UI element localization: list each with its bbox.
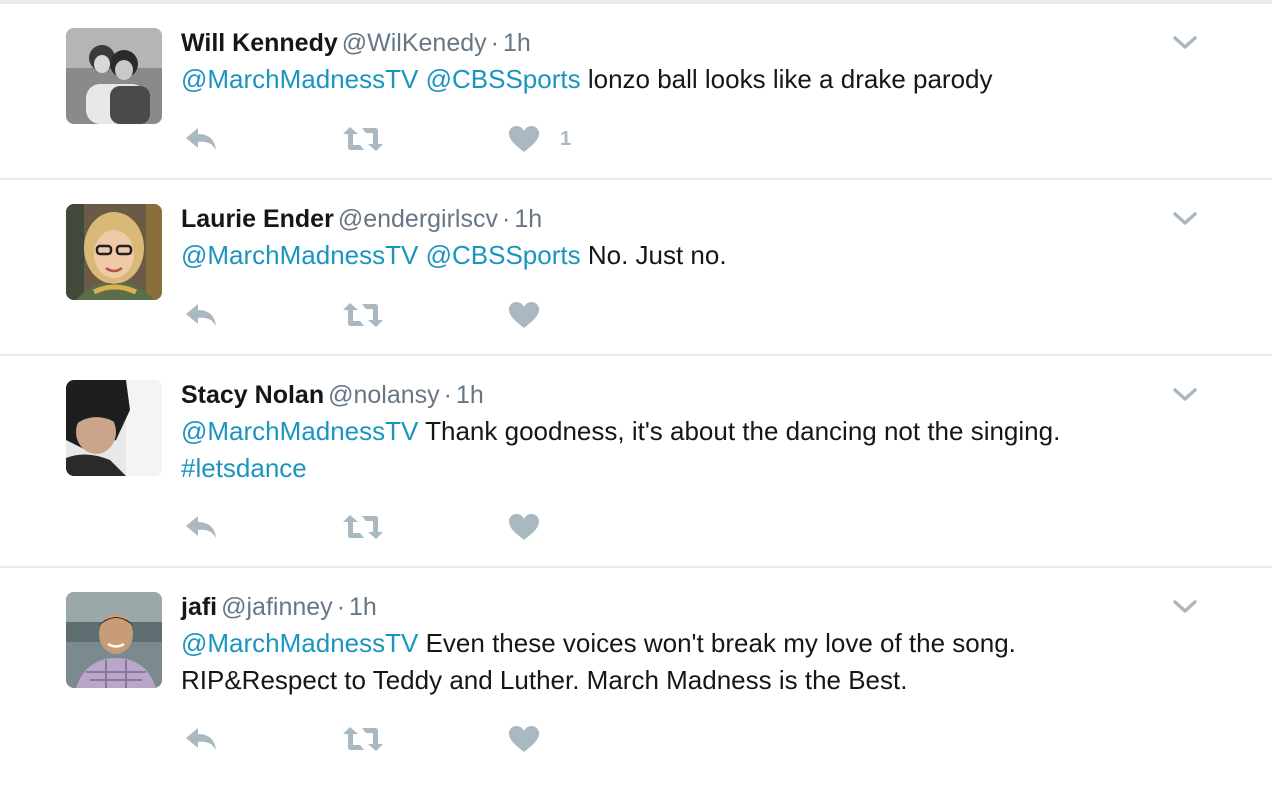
header-separator: ·: [490, 29, 499, 57]
tweet-content: jafi @jafinney · 1h @MarchMadnessTV Even th…: [181, 590, 1152, 699]
tweet-actions: [184, 510, 604, 544]
user-handle[interactable]: @jafinney: [221, 593, 333, 621]
tweet-body: Even these voices won't break my love of…: [425, 628, 1016, 658]
tweet-timestamp[interactable]: 1h: [503, 29, 531, 57]
mention-link[interactable]: @MarchMadnessTV: [181, 628, 418, 658]
retweet-button[interactable]: [342, 298, 384, 332]
tweet-text: @MarchMadnessTV Thank goodness, it's abo…: [181, 413, 1152, 487]
retweet-icon: [342, 513, 384, 541]
tweet-actions: 1: [184, 122, 604, 156]
user-fullname[interactable]: Will Kennedy: [181, 29, 338, 57]
tweet-item[interactable]: jafi @jafinney · 1h @MarchMadnessTV Even th…: [0, 568, 1272, 788]
reply-button[interactable]: [184, 298, 218, 332]
reply-icon: [184, 725, 218, 753]
retweet-button[interactable]: [342, 510, 384, 544]
heart-icon: [508, 125, 540, 153]
tweet-body: lonzo ball looks like a drake parody: [587, 64, 993, 94]
like-count: 1: [560, 127, 572, 150]
tweet-content: Will Kennedy @WilKenedy · 1h @MarchMadnessT…: [181, 26, 1152, 98]
tweet-item[interactable]: Laurie Ender @endergirlscv · 1h @MarchMadne…: [0, 180, 1272, 356]
reply-icon: [184, 301, 218, 329]
tweet-text: @MarchMadnessTV @CBSSports lonzo ball lo…: [181, 61, 1152, 98]
reply-button[interactable]: [184, 510, 218, 544]
retweet-icon: [342, 301, 384, 329]
heart-icon: [508, 725, 540, 753]
tweet-body: No. Just no.: [587, 240, 727, 270]
retweet-button[interactable]: [342, 122, 384, 156]
tweet-header: Will Kennedy @WilKenedy · 1h: [181, 26, 1152, 60]
like-button[interactable]: [508, 722, 560, 756]
tweet-body: Thank goodness, it's about the dancing n…: [425, 416, 1061, 446]
tweet-content: Laurie Ender @endergirlscv · 1h @MarchMadne…: [181, 202, 1152, 274]
retweet-icon: [342, 125, 384, 153]
like-button[interactable]: [508, 510, 560, 544]
tweet-timestamp[interactable]: 1h: [349, 593, 377, 621]
user-handle[interactable]: @WilKenedy: [342, 29, 487, 57]
reply-button[interactable]: [184, 122, 218, 156]
tweet-text: @MarchMadnessTV Even these voices won't …: [181, 625, 1152, 699]
like-button[interactable]: [508, 298, 560, 332]
chevron-down-icon[interactable]: [1172, 598, 1198, 616]
avatar[interactable]: [66, 592, 162, 688]
tweet-actions: [184, 298, 604, 332]
tweet-header: jafi @jafinney · 1h: [181, 590, 1152, 624]
tweet-content: Stacy Nolan @nolansy · 1h @MarchMadnessTV T…: [181, 378, 1152, 487]
retweet-button[interactable]: [342, 722, 384, 756]
mention-link[interactable]: @MarchMadnessTV: [181, 240, 418, 270]
user-fullname[interactable]: Laurie Ender: [181, 205, 334, 233]
chevron-down-icon[interactable]: [1172, 386, 1198, 404]
tweet-item[interactable]: Will Kennedy @WilKenedy · 1h @MarchMadnessT…: [0, 4, 1272, 180]
user-fullname[interactable]: Stacy Nolan: [181, 381, 324, 409]
reply-icon: [184, 125, 218, 153]
tweet-item[interactable]: Stacy Nolan @nolansy · 1h @MarchMadnessTV T…: [0, 356, 1272, 568]
user-handle[interactable]: @endergirlscv: [338, 205, 498, 233]
avatar[interactable]: [66, 28, 162, 124]
reply-button[interactable]: [184, 722, 218, 756]
header-separator: ·: [501, 205, 511, 233]
heart-icon: [508, 513, 540, 541]
user-fullname[interactable]: jafi: [181, 593, 217, 621]
chevron-down-icon[interactable]: [1172, 34, 1198, 52]
mention-link[interactable]: @MarchMadnessTV: [181, 64, 418, 94]
mention-link[interactable]: @CBSSports: [426, 240, 581, 270]
avatar[interactable]: [66, 380, 162, 476]
heart-icon: [508, 301, 540, 329]
reply-icon: [184, 513, 218, 541]
header-separator: ·: [443, 381, 452, 409]
avatar[interactable]: [66, 204, 162, 300]
mention-link[interactable]: @CBSSports: [426, 64, 581, 94]
mention-link[interactable]: @MarchMadnessTV: [181, 416, 418, 446]
header-separator: ·: [336, 593, 346, 621]
tweet-timeline: Will Kennedy @WilKenedy · 1h @MarchMadnessT…: [0, 4, 1272, 788]
chevron-down-icon[interactable]: [1172, 210, 1198, 228]
tweet-text: @MarchMadnessTV @CBSSports No. Just no.: [181, 237, 1152, 274]
user-handle[interactable]: @nolansy: [328, 381, 440, 409]
tweet-actions: [184, 722, 604, 756]
tweet-header: Laurie Ender @endergirlscv · 1h: [181, 202, 1152, 236]
tweet-body-line2: RIP&Respect to Teddy and Luther. March M…: [181, 665, 908, 695]
hashtag-link[interactable]: #letsdance: [181, 453, 307, 483]
tweet-timestamp[interactable]: 1h: [514, 205, 542, 233]
tweet-header: Stacy Nolan @nolansy · 1h: [181, 378, 1152, 412]
tweet-timestamp[interactable]: 1h: [456, 381, 484, 409]
retweet-icon: [342, 725, 384, 753]
like-button[interactable]: 1: [508, 122, 571, 156]
